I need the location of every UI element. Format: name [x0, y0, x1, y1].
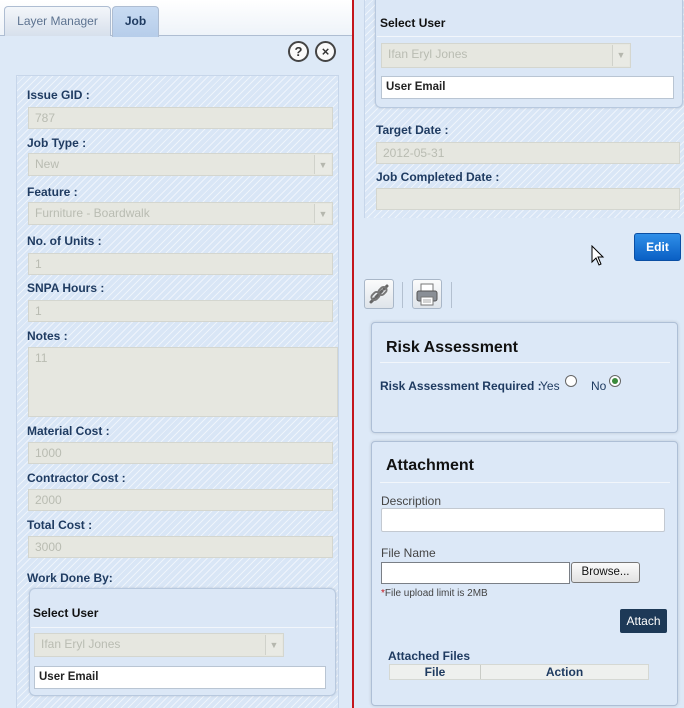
contractor-cost-label: Contractor Cost :: [27, 471, 126, 485]
divider: [380, 482, 670, 483]
edit-button[interactable]: Edit: [634, 233, 681, 261]
print-button[interactable]: [412, 279, 442, 309]
feature-select[interactable]: Furniture - Boardwalk ▼: [28, 202, 333, 225]
cursor-icon: [591, 245, 605, 266]
right-panel: Select User Ifan Eryl Jones ▼ User Email…: [354, 0, 684, 708]
tab-layer-manager[interactable]: Layer Manager: [4, 6, 111, 36]
chevron-down-icon: ▼: [612, 45, 629, 66]
snpa-hours-label: SNPA Hours :: [27, 281, 105, 295]
completed-date-label: Job Completed Date :: [376, 170, 500, 184]
job-type-label: Job Type :: [27, 136, 87, 150]
divider: [31, 627, 334, 628]
chevron-down-icon: ▼: [314, 155, 331, 174]
chevron-down-icon: ▼: [265, 635, 282, 655]
close-icon[interactable]: ×: [315, 41, 336, 62]
completed-date-field[interactable]: [376, 188, 680, 210]
risk-no-label: No: [591, 379, 607, 393]
help-icon[interactable]: ?: [288, 41, 309, 62]
toolbar-separator: [451, 282, 452, 308]
issue-gid-label: Issue GID :: [27, 88, 90, 102]
browse-button[interactable]: Browse...: [571, 562, 640, 583]
target-date-label: Target Date :: [376, 123, 449, 137]
file-column-header: File: [390, 665, 481, 679]
feature-label: Feature :: [27, 185, 78, 199]
snpa-hours-field[interactable]: 1: [28, 300, 333, 322]
total-cost-field[interactable]: 3000: [28, 536, 333, 558]
target-date-field[interactable]: 2012-05-31: [376, 142, 680, 164]
attached-files-header: File Action: [389, 664, 649, 680]
attachment-title: Attachment: [386, 457, 475, 474]
action-column-header: Action: [545, 665, 584, 679]
link-button[interactable]: [364, 279, 394, 309]
material-cost-label: Material Cost :: [27, 424, 110, 438]
printer-icon: [416, 283, 438, 306]
toolbar-separator: [402, 282, 403, 308]
file-name-input[interactable]: [381, 562, 570, 584]
job-type-select[interactable]: New ▼: [28, 153, 333, 176]
right-user-email[interactable]: User Email: [381, 76, 674, 99]
issue-gid-field[interactable]: 787: [28, 107, 333, 129]
units-label: No. of Units :: [27, 234, 102, 248]
divider: [380, 362, 670, 363]
work-done-user-title: Select User: [33, 606, 99, 620]
work-done-user-select[interactable]: Ifan Eryl Jones ▼: [34, 633, 284, 657]
description-input[interactable]: [381, 508, 665, 532]
contractor-cost-field[interactable]: 2000: [28, 489, 333, 511]
right-user-value: Ifan Eryl Jones: [388, 47, 468, 61]
chevron-down-icon: ▼: [314, 204, 331, 223]
work-done-user-value: Ifan Eryl Jones: [41, 637, 121, 651]
units-field[interactable]: 1: [28, 253, 333, 275]
file-limit-note: *File upload limit is 2MB: [381, 588, 488, 599]
total-cost-label: Total Cost :: [27, 518, 93, 532]
attach-button[interactable]: Attach: [620, 609, 667, 633]
material-cost-field[interactable]: 1000: [28, 442, 333, 464]
limit-text: File upload limit is 2MB: [384, 588, 488, 599]
divider: [377, 36, 681, 37]
link-icon: [369, 284, 389, 304]
right-user-title: Select User: [380, 16, 446, 30]
notes-field[interactable]: 11: [28, 347, 338, 417]
notes-label: Notes :: [27, 329, 68, 343]
work-done-by-label: Work Done By:: [27, 571, 113, 585]
attached-files-title: Attached Files: [388, 649, 471, 663]
file-name-label: File Name: [381, 546, 436, 560]
tab-job[interactable]: Job: [112, 6, 159, 37]
job-type-value: New: [35, 157, 60, 171]
work-done-user-email[interactable]: User Email: [34, 666, 326, 689]
risk-title: Risk Assessment: [386, 339, 518, 356]
risk-yes-label: Yes: [540, 379, 560, 393]
right-user-select[interactable]: Ifan Eryl Jones ▼: [381, 43, 631, 68]
left-panel: Layer Manager Job ? × Issue GID : 787 Jo…: [0, 0, 352, 708]
risk-yes-radio[interactable]: [565, 375, 577, 387]
risk-question: Risk Assessment Required :: [380, 379, 542, 393]
risk-no-radio[interactable]: [609, 375, 621, 387]
feature-value: Furniture - Boardwalk: [35, 206, 150, 220]
description-label: Description: [381, 494, 442, 508]
